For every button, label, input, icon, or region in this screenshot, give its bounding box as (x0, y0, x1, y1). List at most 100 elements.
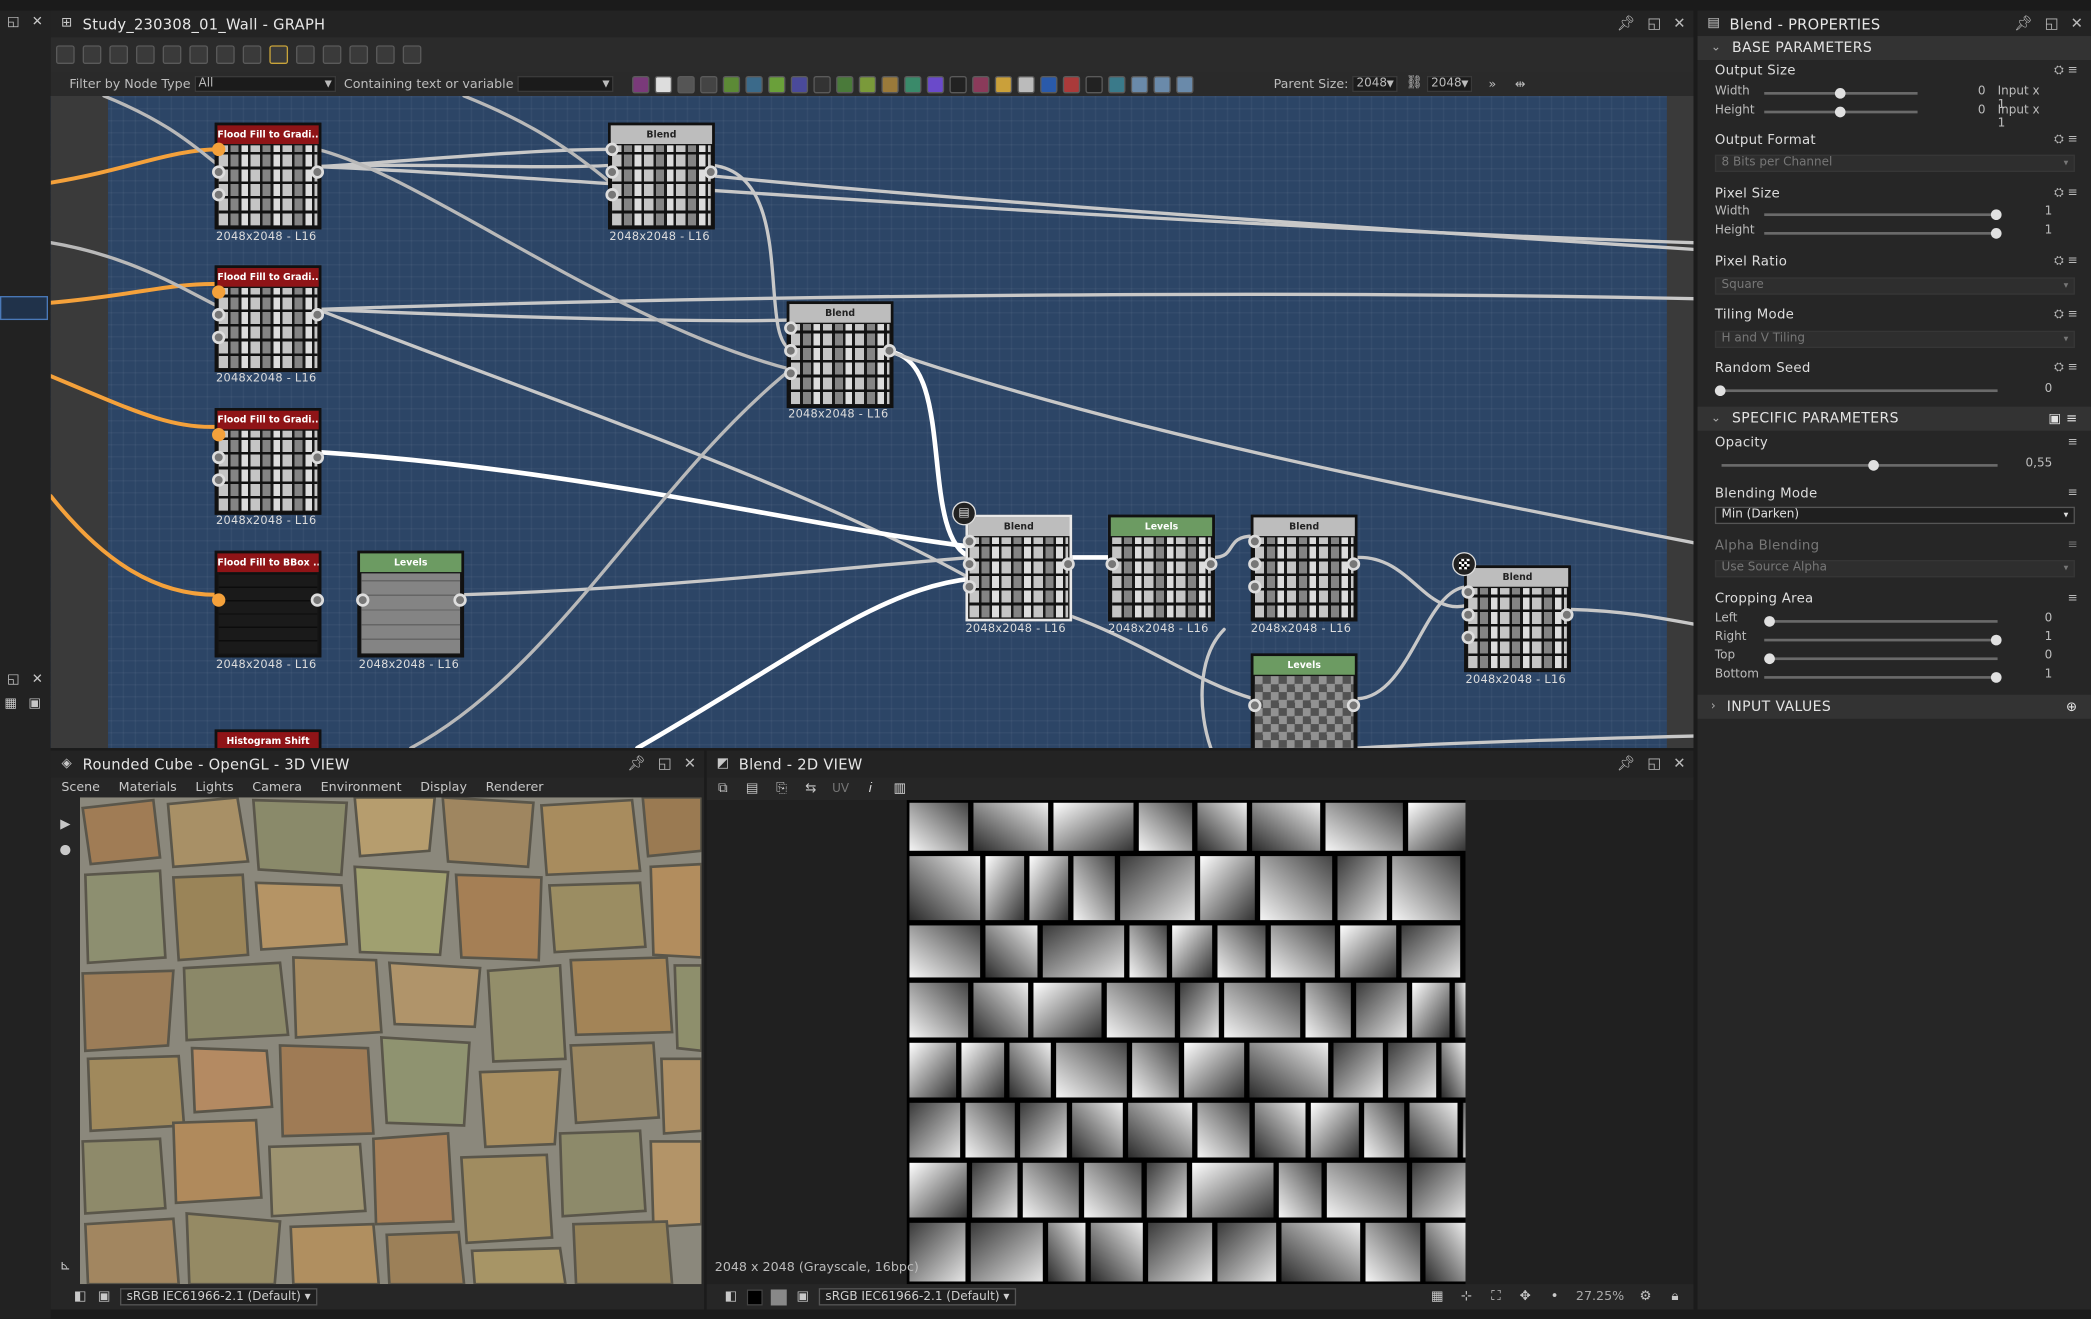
output-format-dropdown[interactable]: 8 Bits per Channel ▾ (1714, 154, 2075, 173)
menu-materials[interactable]: Materials (119, 780, 177, 795)
crop-left-slider[interactable] (1764, 616, 1998, 627)
inherit-icon[interactable]: ⛭ ≡ (2054, 64, 2077, 77)
node-filter-icon[interactable] (1040, 75, 1058, 93)
camera-icon[interactable] (109, 45, 129, 65)
node-filter-icon[interactable] (949, 75, 967, 93)
parent-size-dropdown-b[interactable]: 2048 ▼ (1427, 76, 1473, 93)
menu-icon[interactable]: ≡ (2068, 487, 2078, 500)
node-checker-icon[interactable] (1452, 552, 1477, 577)
menu-renderer[interactable]: Renderer (486, 780, 544, 795)
input-port[interactable] (784, 321, 798, 335)
tiling-icon[interactable]: ⊹ (1459, 1289, 1475, 1305)
close-icon[interactable]: ✕ (1673, 15, 1685, 32)
add-icon[interactable]: ⊕ (2066, 699, 2078, 714)
input-values-section[interactable]: › INPUT VALUES ⊕ (1697, 694, 2091, 719)
node-filter-icon[interactable] (1108, 75, 1126, 93)
pixel-width-slider[interactable] (1764, 209, 2002, 221)
node-blend-1[interactable]: Blend (608, 122, 715, 230)
node-filter-icon[interactable] (994, 75, 1013, 93)
light-bulb-icon[interactable]: ● (57, 843, 73, 859)
info-icon[interactable]: 𝑖 (862, 781, 878, 797)
node-levels-1[interactable]: Levels (357, 550, 465, 658)
close-icon[interactable]: ✕ (1673, 755, 1685, 772)
random-seed-slider[interactable] (1714, 385, 1998, 397)
input-port[interactable] (212, 473, 226, 487)
input-port[interactable] (1248, 580, 1262, 594)
menu-icon[interactable]: ≡ (2068, 592, 2078, 605)
selected-item[interactable] (0, 296, 49, 321)
node-filter-icon[interactable] (1085, 75, 1103, 93)
node-filter-icon[interactable] (1017, 75, 1035, 93)
node-histogram-shift[interactable]: Histogram Shift (214, 729, 322, 749)
input-port[interactable] (1461, 608, 1475, 622)
containing-input[interactable]: ▼ (517, 76, 614, 93)
node-filter-icon[interactable] (1130, 75, 1149, 93)
maximize-icon[interactable]: ◱ (2045, 15, 2059, 32)
node-filter-icon[interactable] (768, 75, 786, 93)
node-filter-icon[interactable] (1176, 75, 1194, 93)
input-port[interactable] (212, 142, 226, 157)
output-port[interactable] (1204, 557, 1218, 571)
layers-icon[interactable]: ◧ (72, 1289, 88, 1305)
close-icon[interactable]: ✕ (684, 755, 696, 772)
input-port[interactable] (962, 580, 977, 594)
input-port[interactable] (605, 188, 619, 202)
frame-icon[interactable] (376, 45, 395, 65)
frame-select-icon[interactable] (56, 45, 75, 65)
dock-icon[interactable]: ◱ (5, 672, 21, 688)
axis-icon[interactable]: ⊾ (57, 1259, 73, 1275)
opacity-slider[interactable] (1721, 460, 1998, 471)
menu-icon[interactable]: ≡ (2068, 436, 2078, 449)
input-port[interactable] (212, 165, 226, 179)
grey-swatch-icon[interactable] (770, 1288, 787, 1305)
output-port[interactable] (1560, 608, 1574, 622)
node-filter-icon[interactable] (654, 75, 673, 93)
pixel-ratio-dropdown[interactable]: Square ▾ (1714, 277, 2075, 295)
opacity-value[interactable]: 0,55 (2018, 457, 2053, 470)
parent-size-dropdown-a[interactable]: 2048 ▼ (1352, 76, 1398, 93)
node-blend-2[interactable]: Blend (786, 301, 894, 409)
connect-icon[interactable]: ⇆ (803, 781, 819, 797)
fit-icon[interactable]: ⛶ (1488, 1289, 1504, 1305)
node-filter-icon[interactable] (700, 75, 718, 93)
lock-icon[interactable]: 🔒︎ (1667, 1289, 1683, 1305)
more-icon[interactable]: » (1488, 77, 1496, 92)
colorspace-dropdown[interactable]: sRGB IEC61966-2.1 (Default) ▾ (120, 1288, 318, 1306)
filter-dropdown[interactable]: All ▼ (194, 76, 336, 93)
input-port[interactable] (1105, 557, 1119, 571)
input-port[interactable] (1248, 534, 1262, 549)
input-port[interactable] (212, 428, 226, 442)
output-port[interactable] (704, 165, 718, 179)
tools-icon[interactable] (349, 45, 369, 65)
grid-icon[interactable]: ▦ (3, 696, 19, 712)
node-filter-icon[interactable] (745, 75, 763, 93)
connect-icon[interactable] (296, 45, 315, 65)
blending-mode-dropdown[interactable]: Min (Darken) ▾ (1714, 506, 2075, 525)
inherit-icon[interactable]: ⛭ ≡ (2054, 187, 2077, 200)
node-levels-2[interactable]: Levels (1108, 514, 1215, 622)
layers-icon[interactable]: ◧ (723, 1289, 739, 1305)
node-filter-icon[interactable] (881, 75, 899, 93)
node-filter-icon[interactable] (1062, 75, 1081, 93)
input-port[interactable] (212, 188, 226, 202)
search-icon[interactable] (162, 45, 182, 65)
node-comment-icon[interactable]: ▤ (952, 501, 977, 526)
input-port[interactable] (784, 344, 798, 358)
inherit-icon[interactable]: ⛭ ≡ (2054, 133, 2077, 146)
output-port[interactable] (310, 450, 325, 465)
preset-icon[interactable]: ▣ ≡ (2048, 411, 2077, 426)
pin-icon[interactable]: 📌︎ (627, 755, 646, 772)
input-port[interactable] (962, 534, 977, 549)
graph-canvas[interactable]: Flood Fill to Gradi... 2048x2048 - L16 B… (50, 96, 1694, 749)
display-icon[interactable]: ▣ (795, 1289, 811, 1305)
node-filter-icon[interactable] (1153, 75, 1171, 93)
layout-icon[interactable] (216, 45, 235, 65)
inherit-icon[interactable]: ⛭ ≡ (2054, 361, 2077, 374)
3d-viewport[interactable] (80, 797, 702, 1285)
output-width-slider[interactable] (1764, 88, 1918, 99)
input-port[interactable] (962, 557, 977, 571)
dock-icon[interactable]: ◱ (5, 15, 21, 31)
input-port[interactable] (1461, 585, 1475, 599)
pixel-height-slider[interactable] (1764, 228, 2002, 239)
node-blend-3[interactable]: Blend (1250, 514, 1358, 622)
